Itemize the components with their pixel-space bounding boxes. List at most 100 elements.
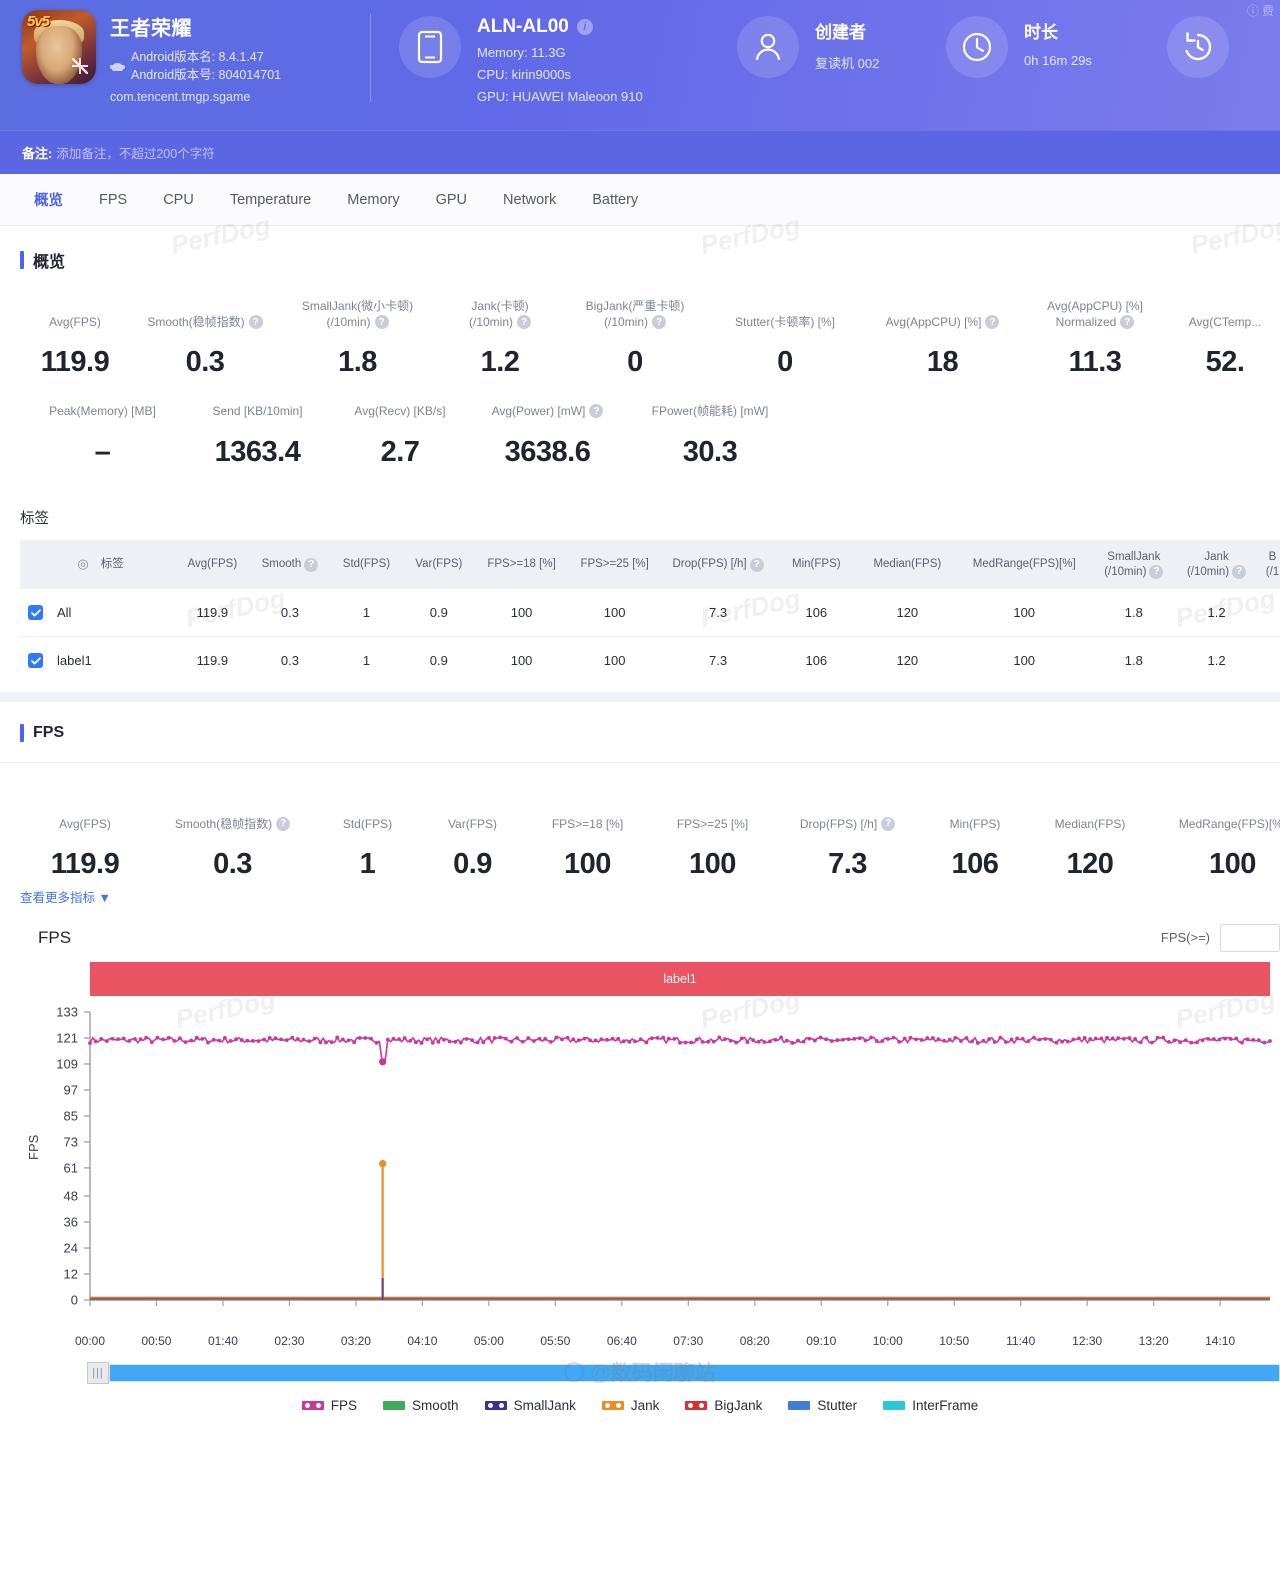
tab-概览[interactable]: 概览	[18, 183, 79, 216]
eye-icon[interactable]: ◎	[77, 556, 88, 573]
help-icon[interactable]: ?	[375, 315, 389, 329]
remark-placeholder[interactable]: 添加备注，不超过200个字符	[56, 143, 214, 162]
scroll-grip-handle[interactable]: |||	[87, 1362, 109, 1384]
row-checkbox[interactable]	[28, 605, 43, 620]
help-icon[interactable]: ?	[1120, 315, 1134, 329]
metric-label-line2: Var(FPS)	[448, 816, 497, 832]
table-cell: 120	[858, 589, 957, 637]
svg-text:48: 48	[64, 1188, 78, 1203]
tab-Temperature[interactable]: Temperature	[214, 186, 327, 214]
chart-scrollbar[interactable]: |||	[0, 1358, 1280, 1384]
tab-Network[interactable]: Network	[487, 186, 572, 214]
android-version-name: Android版本名: 8.4.1.47	[131, 48, 281, 66]
tab-Battery[interactable]: Battery	[576, 186, 654, 214]
metric-(/10min): Jank(卡顿)(/10min)?1.2	[435, 298, 565, 379]
metric-label-line1: Avg(AppCPU) [%]	[1047, 298, 1143, 314]
scroll-track[interactable]	[109, 1364, 1280, 1382]
metric-label-line2: (/10min)	[326, 314, 370, 330]
metric-FPS>=18 [%]: FPS>=18 [%]100	[525, 816, 650, 881]
metric-FPower(帧能耗) [mW]: FPower(帧能耗) [mW]30.3	[625, 403, 795, 468]
history-icon[interactable]	[1167, 16, 1229, 78]
metric-Normalized: Avg(AppCPU) [%]Normalized?11.3	[1020, 298, 1170, 379]
legend-item-Stutter[interactable]: Stutter	[788, 1398, 857, 1413]
tags-column-label-line2: (/10min)	[1104, 565, 1146, 580]
history-block[interactable]	[1161, 0, 1229, 78]
svg-text:12: 12	[64, 1266, 78, 1281]
device-memory: Memory: 11.3G	[477, 45, 643, 60]
fps-metrics-row: Avg(FPS)119.9Smooth(稳帧指数)?0.3Std(FPS)1Va…	[0, 799, 1280, 880]
metric-Avg(CTemp...: Avg(CTemp...52.	[1170, 314, 1280, 379]
legend-item-Smooth[interactable]: Smooth	[383, 1398, 459, 1413]
help-icon[interactable]: ?	[985, 315, 999, 329]
table-cell: 0.3	[250, 589, 331, 637]
help-icon[interactable]: ?	[1232, 565, 1246, 579]
legend-item-SmallJank[interactable]: SmallJank	[485, 1398, 576, 1413]
table-cell	[1257, 637, 1280, 685]
chart-label-bar[interactable]: label1	[90, 962, 1270, 996]
tags-column-header: ◎标签	[20, 540, 175, 590]
help-icon[interactable]: ?	[1149, 565, 1163, 579]
legend-swatch	[883, 1401, 905, 1410]
fps-chart-plot[interactable]: PerfDog PerfDog PerfDog FPS 012243648617…	[0, 1000, 1280, 1330]
fps-filter-input[interactable]	[1220, 924, 1280, 952]
svg-text:73: 73	[64, 1134, 78, 1149]
metric-label-line2: Smooth(稳帧指数)	[147, 314, 244, 330]
help-icon[interactable]: ?	[750, 558, 764, 572]
metric-value: 106	[952, 848, 999, 881]
chart-legend[interactable]: FPS Smooth SmallJank Jank BigJank Stutter Inte…	[0, 1384, 1280, 1413]
help-icon[interactable]: ?	[249, 315, 263, 329]
metric-label-line2: Normalized	[1056, 314, 1117, 330]
nav-tabs[interactable]: 概览FPSCPUTemperatureMemoryGPUNetworkBatte…	[0, 174, 1280, 226]
metric-value: 119.9	[41, 346, 109, 379]
help-icon[interactable]: ?	[881, 817, 895, 831]
table-cell	[1257, 589, 1280, 637]
help-icon[interactable]: ?	[276, 817, 290, 831]
svg-text:24: 24	[64, 1240, 78, 1255]
tags-column-label-line2: Min(FPS)	[792, 557, 841, 572]
tab-Memory[interactable]: Memory	[331, 186, 415, 214]
scroll-thumb[interactable]	[110, 1365, 1279, 1381]
help-icon[interactable]: ?	[517, 315, 531, 329]
info-icon[interactable]: i	[577, 19, 593, 35]
svg-text:36: 36	[64, 1214, 78, 1229]
tags-column-header: Avg(FPS)	[175, 540, 249, 590]
table-row[interactable]: All119.90.310.91001007.31061201001.81.2	[20, 589, 1280, 637]
table-row[interactable]: label1119.90.310.91001007.31061201001.81…	[20, 637, 1280, 685]
help-icon[interactable]: ?	[652, 315, 666, 329]
tags-column-header: Min(FPS)	[775, 540, 858, 590]
row-checkbox[interactable]	[28, 653, 43, 668]
metric-Avg(FPS): Avg(FPS)119.9	[20, 816, 150, 881]
table-cell: 0.9	[403, 637, 475, 685]
svg-text:0: 0	[71, 1292, 78, 1307]
tab-FPS[interactable]: FPS	[83, 186, 143, 214]
x-axis-tick: 12:30	[1072, 1334, 1102, 1348]
legend-item-BigJank[interactable]: BigJank	[685, 1398, 762, 1413]
legend-item-InterFrame[interactable]: InterFrame	[883, 1398, 978, 1413]
tab-GPU[interactable]: GPU	[420, 186, 483, 214]
x-axis-tick: 05:50	[540, 1334, 570, 1348]
legend-item-FPS[interactable]: FPS	[302, 1398, 357, 1413]
svg-text:61: 61	[64, 1160, 78, 1175]
remark-bar[interactable]: 备注: 添加备注，不超过200个字符	[0, 130, 1280, 174]
tags-column-header: Std(FPS)	[330, 540, 402, 590]
x-axis-tick: 04:10	[407, 1334, 437, 1348]
tab-CPU[interactable]: CPU	[147, 186, 210, 214]
metric-label-line1: SmallJank(微小卡顿)	[302, 298, 413, 314]
metric-FPS>=25 [%]: FPS>=25 [%]100	[650, 816, 775, 881]
metric-Send [KB/10min]: Send [KB/10min]1363.4	[185, 403, 330, 468]
table-cell: 7.3	[661, 637, 775, 685]
metric-MedRange(FPS)[%]: MedRange(FPS)[%]100	[1150, 816, 1280, 881]
metric-value: 1363.4	[215, 436, 301, 469]
x-axis-tick: 03:20	[341, 1334, 371, 1348]
x-axis-tick: 07:30	[673, 1334, 703, 1348]
help-icon[interactable]: ?	[304, 558, 318, 572]
table-cell: 100	[957, 637, 1091, 685]
more-metrics-link[interactable]: 查看更多指标 ▼	[0, 887, 1280, 906]
help-icon[interactable]: ?	[589, 404, 603, 418]
legend-item-Jank[interactable]: Jank	[602, 1398, 660, 1413]
section-divider	[0, 692, 1280, 702]
metric-value: 119.9	[51, 848, 119, 881]
metric-value: 1.2	[481, 346, 520, 379]
user-icon	[737, 16, 799, 78]
overview-title-text: 概览	[33, 248, 65, 272]
